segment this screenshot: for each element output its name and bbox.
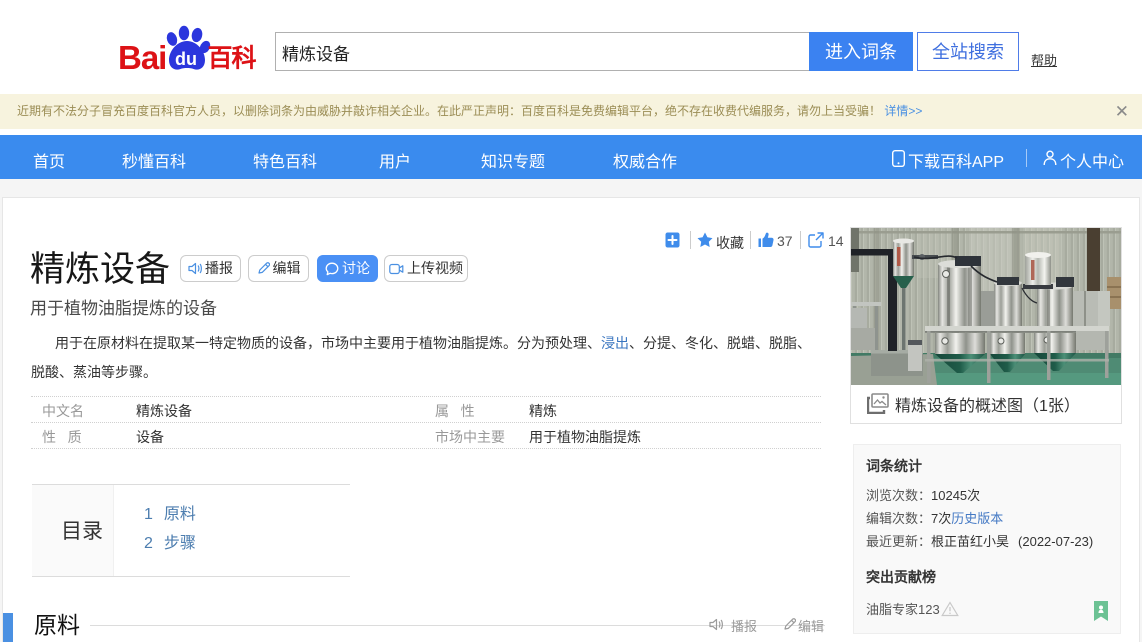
svg-text:百科: 百科 (208, 45, 257, 73)
svg-text:Bai: Bai (119, 39, 166, 74)
svg-text:du: du (175, 49, 197, 69)
